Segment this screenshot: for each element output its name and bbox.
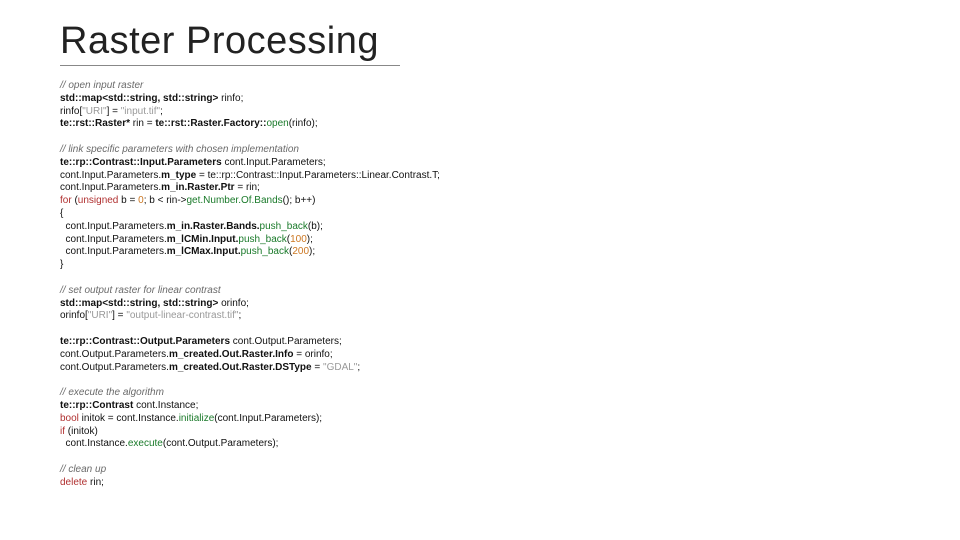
code-comment: // open input raster (60, 80, 143, 91)
slide: Raster Processing // open input raster s… (0, 0, 960, 540)
code-comment: // link specific parameters with chosen … (60, 144, 299, 155)
code-comment: // execute the algorithm (60, 387, 164, 398)
code-block: // open input raster std::map<std::strin… (60, 80, 900, 490)
slide-title: Raster Processing (60, 20, 400, 66)
code-comment: // set output raster for linear contrast (60, 285, 221, 296)
code-line: std::map<std::string, std::string> (60, 93, 218, 104)
code-comment: // clean up (60, 464, 106, 475)
